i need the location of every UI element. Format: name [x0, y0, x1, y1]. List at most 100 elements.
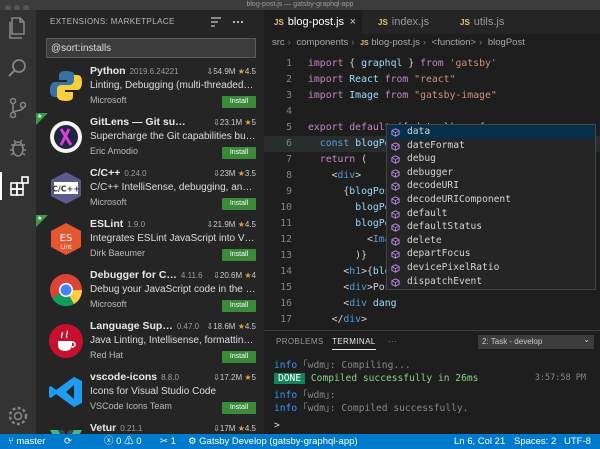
star-icon: ★: [237, 67, 245, 76]
svg-text:C/C++: C/C++: [52, 185, 80, 194]
install-button[interactable]: Install: [222, 351, 256, 363]
install-button[interactable]: Install: [222, 249, 256, 261]
code-line[interactable]: 4: [264, 104, 600, 120]
breadcrumb-item[interactable]: blog-post.js: [371, 37, 420, 48]
line-text: <div>Post: [308, 282, 397, 293]
indentation[interactable]: Spaces: 2: [514, 434, 556, 449]
extension-item[interactable]: C/C++ C/C++ 0.24.0 ⇩23M ★3.5 C/C++ IntelliSe…: [36, 164, 264, 215]
extension-item[interactable]: vscode-icons 8.8.0 ⇩17.2M ★5 Icons for Visu…: [36, 368, 264, 419]
variable-icon: [391, 155, 400, 164]
tab-label: index.js: [391, 16, 430, 28]
tab-terminal[interactable]: TERMINAL: [332, 337, 376, 350]
suggestion-item[interactable]: defaultStatus: [387, 220, 595, 234]
line-number: 15: [280, 282, 292, 293]
code-line[interactable]: 1 import { graphql } from 'gatsby': [264, 56, 600, 72]
install-button[interactable]: Install: [222, 198, 256, 210]
line-text: return (: [308, 154, 367, 165]
suggestion-item[interactable]: departFocus: [387, 247, 595, 261]
terminal-prompt[interactable]: >: [274, 419, 280, 432]
suggestion-item[interactable]: default: [387, 207, 595, 221]
install-button[interactable]: Install: [222, 300, 256, 312]
extension-item[interactable]: ★ GitLens — Git su… ⇩23.1M ★5 Supercharge t…: [36, 113, 264, 164]
suggestion-item[interactable]: devicePixelRatio: [387, 261, 595, 275]
star-icon: ★: [244, 271, 252, 280]
breadcrumb-item[interactable]: blogPost: [488, 37, 525, 48]
code-line[interactable]: 2 import React from "react": [264, 72, 600, 88]
tab-utils[interactable]: JS utils.js: [450, 10, 530, 34]
extension-description: Icons for Visual Studio Code: [90, 386, 217, 397]
task-label[interactable]: ⚙ Gatsby Develop (gatsby-graphql-app): [188, 434, 358, 449]
extension-item[interactable]: Language Sup… 0.47.0 ⇩18.6M ★4.5 Java Linti…: [36, 317, 264, 368]
suggestion-item[interactable]: data: [387, 125, 595, 139]
variable-icon: [391, 169, 400, 178]
line-text: <div dang: [308, 298, 397, 309]
extension-name: Vetur 0.21.1: [90, 422, 143, 434]
encoding[interactable]: UTF-8: [564, 434, 591, 449]
chrome-icon: [48, 272, 84, 308]
breadcrumb-item[interactable]: components: [296, 37, 348, 48]
extension-stats: ⇩23M ★3.5: [213, 169, 256, 178]
breadcrumb-item[interactable]: <function>: [432, 37, 476, 48]
tasks-indicator[interactable]: ✂ 1: [160, 434, 176, 449]
terminal-select[interactable]: 2: Task - develop: [478, 333, 594, 349]
problems-indicator[interactable]: ⓧ 0 ⚠ 0: [104, 434, 142, 449]
suggestion-widget: data dateFormat debug debugger decodeURI deco…: [386, 124, 596, 290]
code-line[interactable]: 3 import Image from "gatsby-image": [264, 88, 600, 104]
extensions-search-input[interactable]: @sort:installs: [46, 38, 256, 58]
python-icon: [48, 68, 84, 104]
line-number: 6: [286, 138, 292, 149]
terminal-line: info ｢wdm｣: Compiled successfully.: [274, 403, 469, 414]
tab-index[interactable]: JS index.js: [368, 10, 446, 34]
files-icon[interactable]: [6, 16, 30, 40]
extension-description: Integrates ESLint JavaScript into V…: [90, 233, 255, 244]
extension-publisher: Dirk Baeumer: [90, 248, 146, 258]
suggestion-item[interactable]: dateFormat: [387, 139, 595, 153]
line-text: </div>: [308, 314, 367, 325]
star-icon: ★: [244, 118, 252, 127]
extension-description: C/C++ IntelliSense, debugging, and…: [90, 182, 256, 193]
extensions-icon[interactable]: [0, 172, 32, 200]
line-number: 9: [286, 186, 292, 197]
install-button[interactable]: Install: [222, 147, 256, 159]
js-file-icon: JS: [378, 18, 388, 27]
line-number: 10: [280, 202, 292, 213]
variable-icon: [391, 209, 400, 219]
extension-item[interactable]: Python 2019.6.24221 ⇩54.9M ★4.5 Linting, De…: [36, 62, 264, 113]
code-line[interactable]: 16 <div dang: [264, 296, 600, 312]
close-icon[interactable]: ×: [350, 10, 356, 34]
suggestion-item[interactable]: decodeURIComponent: [387, 193, 595, 207]
settings-icon[interactable]: [6, 404, 30, 428]
search-icon[interactable]: [6, 56, 30, 80]
suggestion-item[interactable]: debugger: [387, 166, 595, 180]
line-text: blogPos: [355, 218, 397, 229]
tab-problems[interactable]: PROBLEMS: [276, 337, 324, 346]
branch-indicator[interactable]: ⑂ master: [8, 434, 45, 449]
svg-text:Lint: Lint: [60, 244, 72, 251]
install-button[interactable]: Install: [222, 96, 256, 108]
extension-stats: ⇩18.6M ★4.5: [206, 322, 256, 331]
sync-icon[interactable]: ⟳: [64, 434, 72, 449]
debug-icon[interactable]: [6, 136, 30, 160]
terminal-line: info ｢wdm｣:: [274, 390, 336, 401]
download-icon: ⇩: [213, 373, 220, 382]
source-control-icon[interactable]: [6, 96, 30, 120]
suggestion-item[interactable]: decodeURI: [387, 179, 595, 193]
tab-more[interactable]: ···: [388, 337, 397, 346]
breadcrumb-item[interactable]: src: [272, 37, 285, 48]
install-button[interactable]: Install: [222, 402, 256, 414]
terminal-line: info ｢wdm｣: Compiling...: [274, 360, 411, 371]
extension-item[interactable]: ★ ES Lint ESLint 1.9.0 ⇩21.9M ★4.5 Integrates …: [36, 215, 264, 266]
extension-item[interactable]: Debugger for C… 4.11.6 ⇩20.6M ★4 Debug your…: [36, 266, 264, 317]
tab-blog-post[interactable]: JS blog-post.js ×: [264, 10, 362, 34]
cursor-position[interactable]: Ln 6, Col 21: [454, 434, 505, 449]
download-icon: ⇩: [213, 271, 220, 280]
search-value: @sort:installs: [51, 43, 112, 54]
suggestion-item[interactable]: debug: [387, 152, 595, 166]
line-text: {blogPost: [308, 186, 397, 197]
suggestion-item[interactable]: delete: [387, 234, 595, 248]
filter-icon[interactable]: [210, 16, 222, 28]
code-line[interactable]: 17 </div>: [264, 312, 600, 328]
suggestion-item[interactable]: dispatchEvent: [387, 275, 595, 289]
star-icon: ★: [237, 169, 245, 178]
more-actions-icon[interactable]: [232, 16, 244, 28]
